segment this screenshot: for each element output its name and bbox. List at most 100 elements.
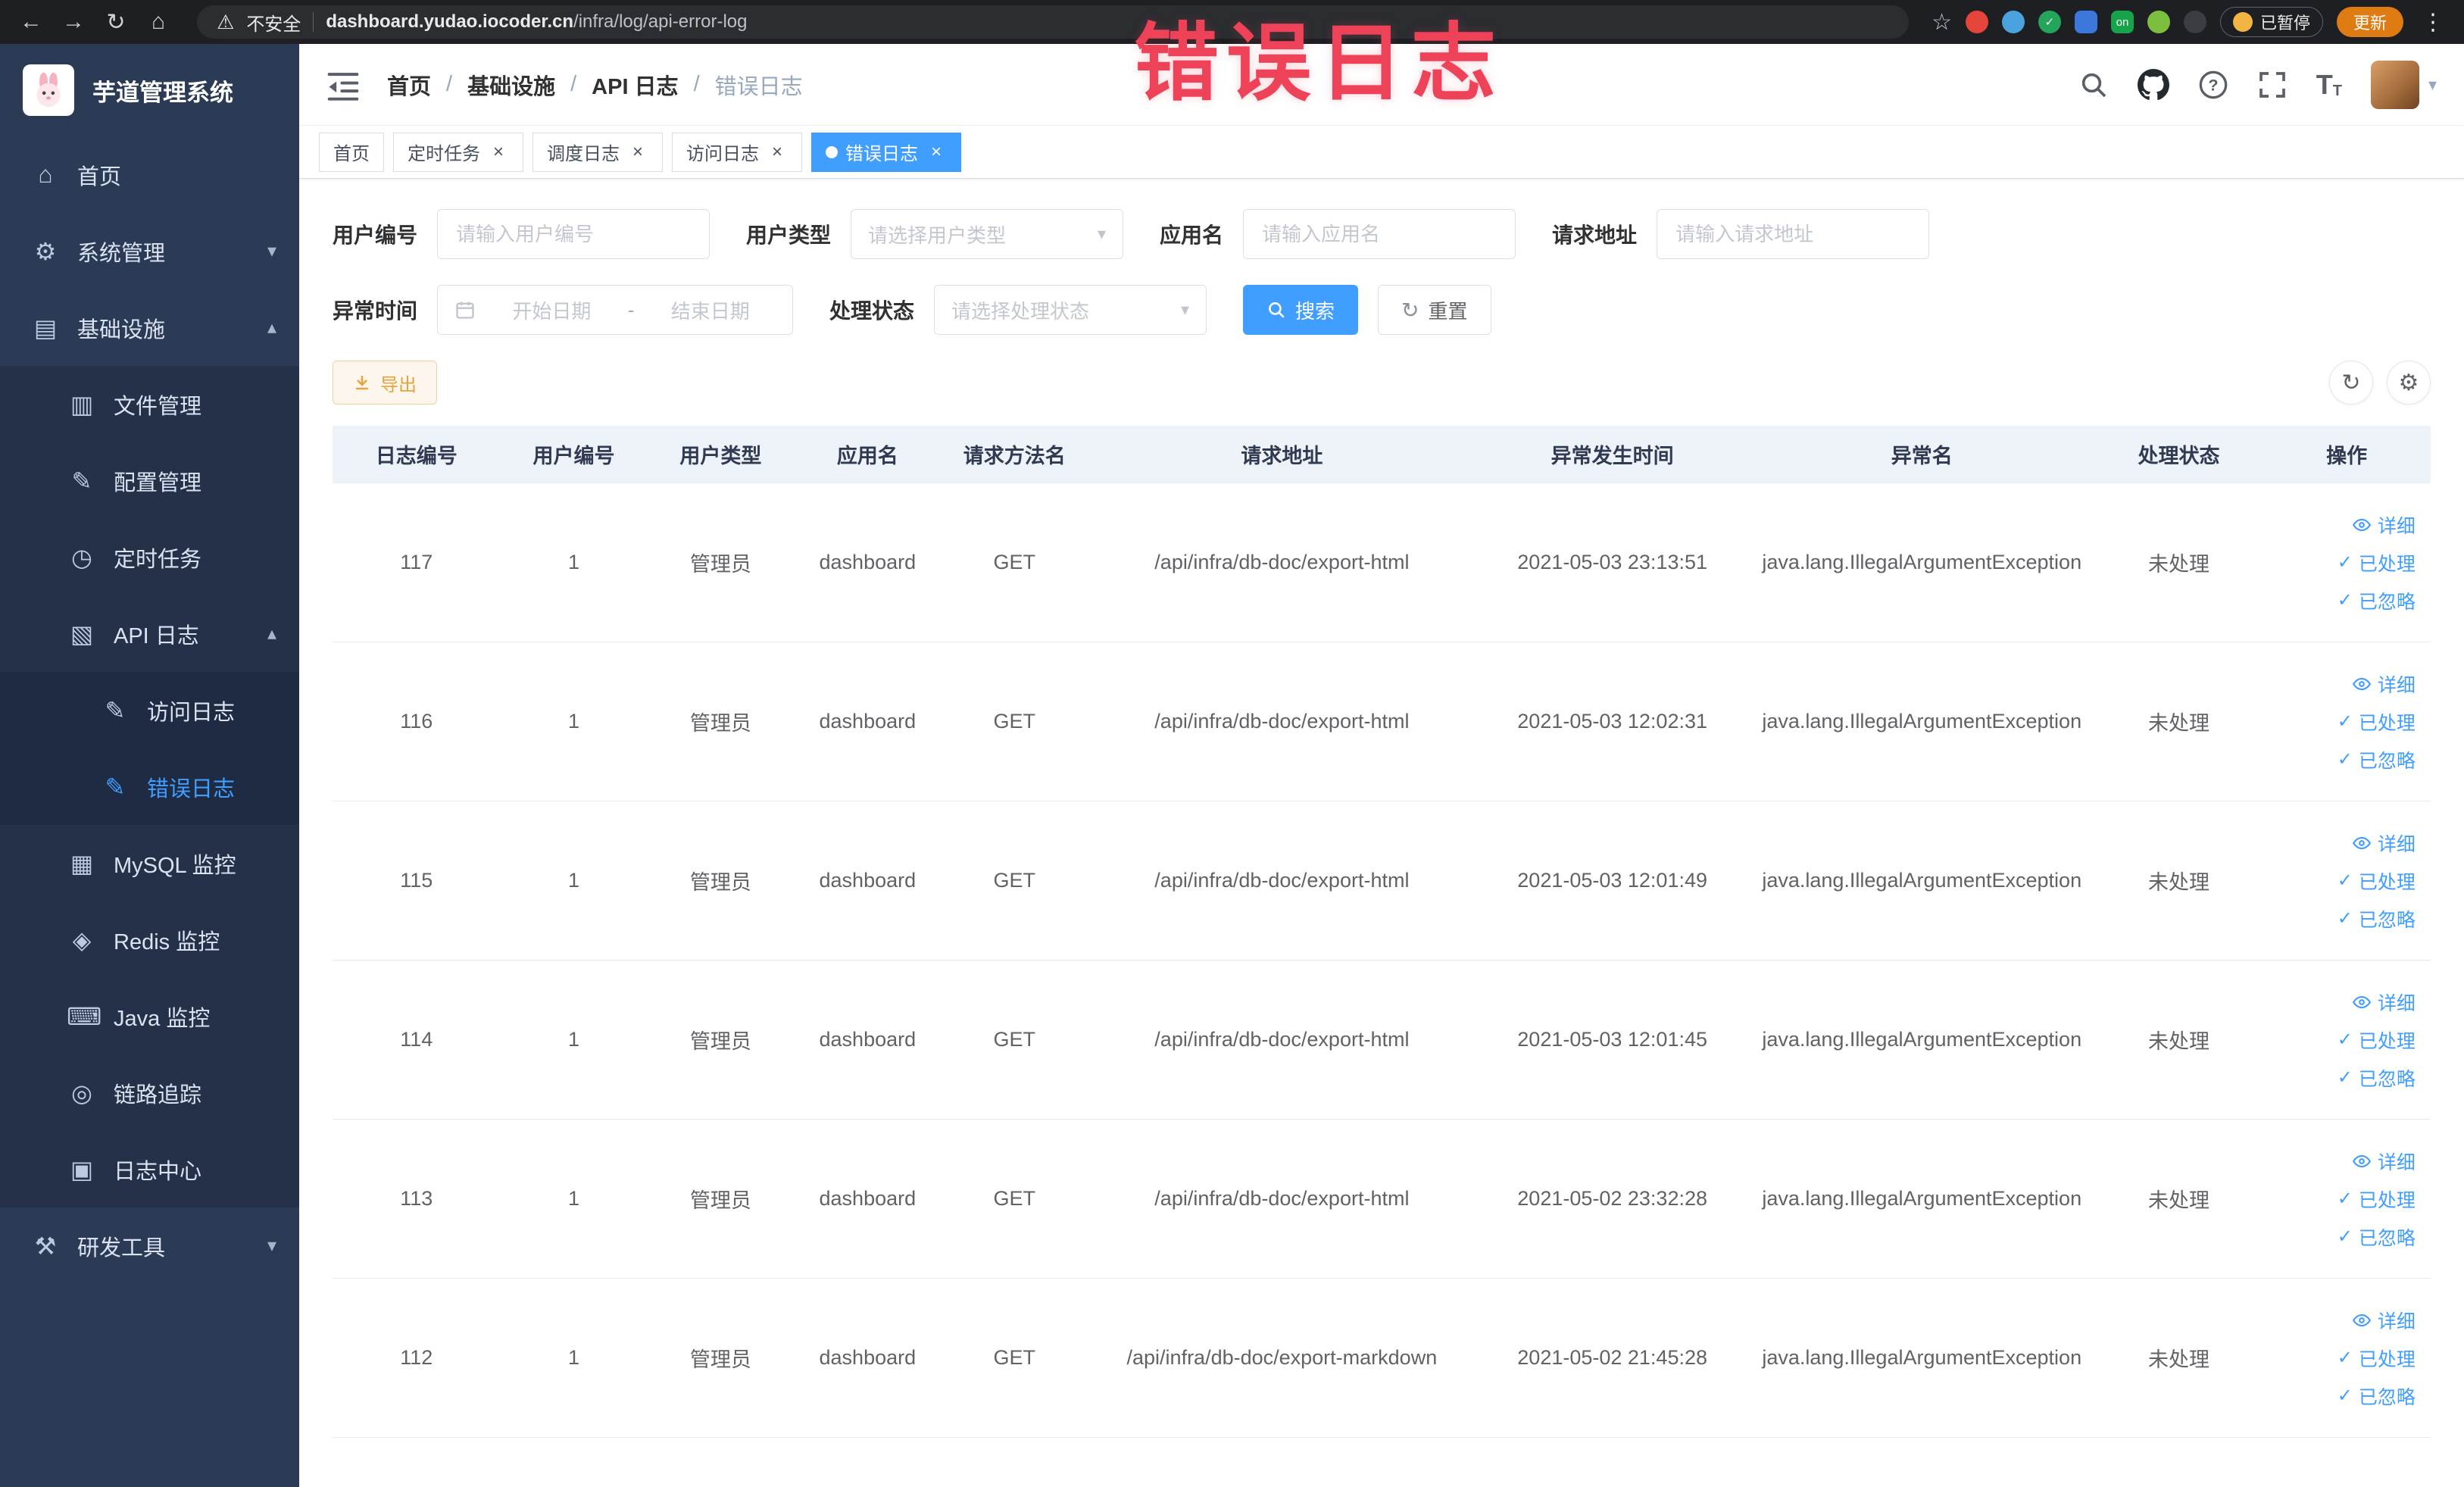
extension-icon[interactable]: on	[2110, 11, 2134, 33]
exception-time-cell: 2021-05-02 23:32:28	[1517, 1187, 1707, 1210]
tag-home[interactable]: 首页	[319, 132, 384, 172]
github-icon[interactable]	[2137, 68, 2169, 101]
sidebar-item-home[interactable]: ⌂ 首页	[0, 136, 299, 213]
mark-processed-link[interactable]: ✓ 已处理	[2338, 708, 2416, 736]
sidebar-item-system-mgmt[interactable]: ⚙ 系统管理 ▾	[0, 213, 299, 289]
detail-link[interactable]: 详细	[2352, 989, 2416, 1016]
close-icon[interactable]: ×	[767, 142, 788, 163]
mark-processed-link[interactable]: ✓ 已处理	[2338, 1186, 2416, 1213]
exception-time-range-picker[interactable]: 开始日期 - 结束日期	[437, 285, 794, 335]
extension-icon[interactable]	[2074, 11, 2097, 33]
mark-processed-link[interactable]: ✓ 已处理	[2338, 867, 2416, 895]
sidebar-item-redis-monitor[interactable]: ◈ Redis 监控	[0, 901, 299, 978]
extension-icon[interactable]	[2147, 11, 2170, 33]
tag-scheduled-tasks[interactable]: 定时任务 ×	[393, 132, 523, 172]
search-icon[interactable]	[2078, 70, 2109, 100]
sidebar-item-dev-tools[interactable]: ⚒ 研发工具 ▾	[0, 1207, 299, 1284]
browser-menu-icon[interactable]: ⋮	[2417, 9, 2449, 36]
tag-access-log[interactable]: 访问日志 ×	[672, 132, 802, 172]
status-cell: 未处理	[2148, 871, 2210, 894]
close-icon[interactable]: ×	[627, 142, 648, 163]
mark-ignored-link[interactable]: ✓ 已忽略	[2338, 587, 2416, 614]
tag-label: 定时任务	[408, 144, 480, 164]
detail-link[interactable]: 详细	[2352, 1307, 2416, 1334]
avatar[interactable]	[2370, 60, 2419, 109]
tag-error-log[interactable]: 错误日志 ×	[811, 132, 961, 172]
exception-time-cell: 2021-05-02 21:45:28	[1517, 1346, 1707, 1369]
chevron-down-icon: ▾	[2428, 74, 2437, 94]
breadcrumb-api-logs[interactable]: API 日志	[592, 69, 678, 101]
reset-button[interactable]: ↻ 重置	[1378, 285, 1491, 335]
mark-processed-link[interactable]: ✓ 已处理	[2338, 1026, 2416, 1054]
sidebar-item-tracing[interactable]: ◎ 链路追踪	[0, 1054, 299, 1131]
detail-link[interactable]: 详细	[2352, 1148, 2416, 1175]
start-date-input[interactable]: 开始日期	[486, 296, 617, 324]
refresh-table-button[interactable]: ↻	[2329, 361, 2373, 405]
mark-processed-link[interactable]: ✓ 已处理	[2338, 549, 2416, 576]
table-row: 114 1 管理员 dashboard GET /api/infra/db-do…	[333, 961, 2431, 1120]
search-button[interactable]: 搜索	[1243, 285, 1359, 335]
user-type-select[interactable]: 请选择用户类型 ▾	[851, 209, 1124, 259]
sidebar-toggle-icon[interactable]	[326, 68, 360, 102]
reload-icon[interactable]: ↻	[100, 6, 132, 38]
column-settings-button[interactable]: ⚙	[2387, 361, 2431, 405]
breadcrumb-infrastructure[interactable]: 基础设施	[467, 69, 555, 101]
extension-icon[interactable]	[2001, 11, 2025, 33]
sidebar-item-error-log[interactable]: ✎ 错误日志	[0, 748, 299, 825]
mark-ignored-link[interactable]: ✓ 已忽略	[2338, 1382, 2416, 1410]
detail-link[interactable]: 详细	[2352, 511, 2416, 539]
user-type-cell: 管理员	[689, 1030, 751, 1053]
actions-cell: 详细 ✓ 已处理 ✓ 已忽略	[2263, 511, 2431, 614]
sidebar-item-access-log[interactable]: ✎ 访问日志	[0, 672, 299, 748]
sidebar-item-api-logs[interactable]: ▧ API 日志 ▴	[0, 595, 299, 672]
calendar-icon	[456, 301, 474, 319]
close-icon[interactable]: ×	[488, 142, 509, 163]
home-icon: ⌂	[38, 161, 53, 188]
request-url-input[interactable]	[1657, 209, 1930, 259]
method-cell: GET	[993, 710, 1035, 733]
extension-icon[interactable]: ✓	[2038, 11, 2061, 33]
detail-link[interactable]: 详细	[2352, 670, 2416, 698]
sidebar-item-label: 定时任务	[114, 547, 202, 572]
user-id-input[interactable]	[437, 209, 710, 259]
app-name-input[interactable]	[1243, 209, 1516, 259]
mark-ignored-link[interactable]: ✓ 已忽略	[2338, 746, 2416, 773]
sidebar-item-mysql-monitor[interactable]: ▦ MySQL 监控	[0, 825, 299, 901]
mark-ignored-link[interactable]: ✓ 已忽略	[2338, 905, 2416, 932]
process-status-select[interactable]: 请选择处理状态 ▾	[934, 285, 1207, 335]
export-button[interactable]: 导出	[333, 361, 437, 405]
sidebar-item-java-monitor[interactable]: ⌨ Java 监控	[0, 978, 299, 1054]
browser-update-button[interactable]: 更新	[2336, 7, 2403, 37]
app-name-label: 应用名	[1160, 223, 1224, 247]
paused-label: 已暂停	[2259, 14, 2310, 33]
check-icon: ✓	[2337, 1029, 2353, 1050]
back-icon[interactable]: ←	[15, 6, 47, 38]
bookmark-star-icon[interactable]: ☆	[1932, 9, 1952, 36]
end-date-input[interactable]: 结束日期	[645, 296, 776, 324]
trace-icon: ◎	[71, 1079, 92, 1107]
url-bar[interactable]: ⚠ 不安全 dashboard.yudao.iocoder.cn/infra/l…	[197, 5, 1910, 39]
detail-link[interactable]: 详细	[2352, 829, 2416, 857]
tag-dispatch-log[interactable]: 调度日志 ×	[532, 132, 663, 172]
app-logo[interactable]: 芋道管理系统	[0, 44, 299, 136]
help-icon[interactable]: ?	[2198, 70, 2228, 100]
extension-icon[interactable]	[1965, 11, 1988, 33]
forward-icon[interactable]: →	[58, 6, 89, 38]
document-icon: ✎	[105, 773, 126, 801]
sidebar-item-scheduled-tasks[interactable]: ◷ 定时任务	[0, 519, 299, 595]
paused-profile-chip[interactable]: 已暂停	[2219, 7, 2323, 37]
font-size-icon[interactable]: TT	[2316, 70, 2342, 98]
mark-ignored-link[interactable]: ✓ 已忽略	[2338, 1223, 2416, 1251]
breadcrumb-home[interactable]: 首页	[387, 69, 431, 101]
sidebar-item-file-mgmt[interactable]: ▥ 文件管理	[0, 366, 299, 442]
home-icon[interactable]: ⌂	[142, 6, 174, 38]
user-menu[interactable]: ▾	[2370, 60, 2437, 109]
close-icon[interactable]: ×	[926, 142, 947, 163]
fullscreen-icon[interactable]	[2257, 70, 2288, 100]
sidebar-item-config-mgmt[interactable]: ✎ 配置管理	[0, 442, 299, 519]
sidebar-item-log-center[interactable]: ▣ 日志中心	[0, 1131, 299, 1207]
extension-icon[interactable]	[2183, 11, 2206, 33]
mark-processed-link[interactable]: ✓ 已处理	[2338, 1345, 2416, 1372]
mark-ignored-link[interactable]: ✓ 已忽略	[2338, 1064, 2416, 1092]
sidebar-item-infrastructure[interactable]: ▤ 基础设施 ▴	[0, 289, 299, 366]
